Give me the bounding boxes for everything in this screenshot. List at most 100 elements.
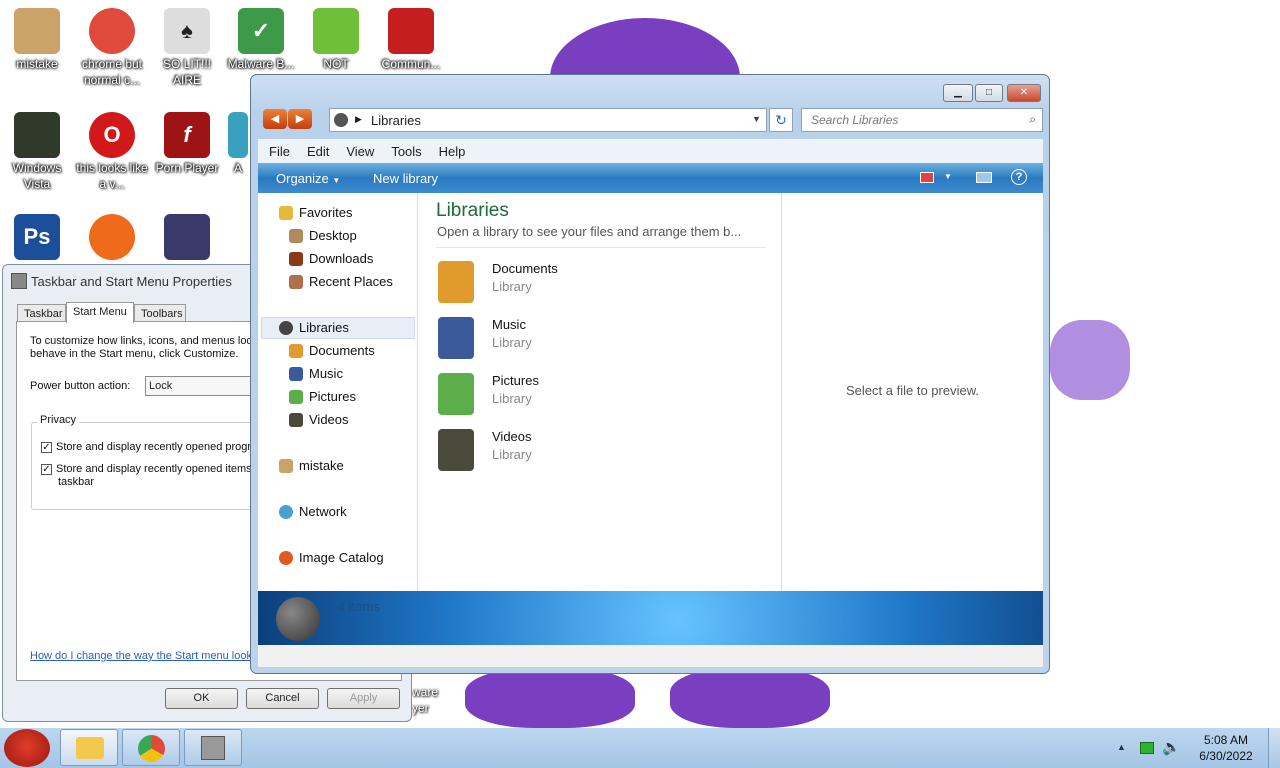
checkbox-continuation: taskbar xyxy=(58,476,95,488)
wallpaper-shape xyxy=(670,668,830,728)
page-subtitle: Open a library to see your files and arr… xyxy=(437,224,742,239)
minimize-button[interactable]: ▁ xyxy=(943,84,973,102)
partial-desktop-label: ware yer xyxy=(412,685,439,715)
nav-pictures[interactable]: Pictures xyxy=(289,387,356,407)
desktop-icon xyxy=(289,229,303,243)
recycle-bin-icon xyxy=(14,112,60,158)
desktop-icon[interactable]: Commun... xyxy=(374,8,448,72)
new-library-button[interactable]: New library xyxy=(373,171,438,186)
power-button-label: Power button action: xyxy=(30,380,131,392)
app-icon xyxy=(228,112,248,158)
tab-toolbars[interactable]: Toolbars xyxy=(134,304,186,322)
documents-icon xyxy=(289,344,303,358)
videos-library-icon xyxy=(438,429,474,471)
preview-text: Select a file to preview. xyxy=(846,383,979,398)
ok-button[interactable]: OK xyxy=(165,688,238,709)
recent-places-icon xyxy=(289,275,303,289)
nav-documents[interactable]: Documents xyxy=(289,341,375,361)
organize-button[interactable]: Organize ▼ xyxy=(276,171,340,186)
menu-file[interactable]: File xyxy=(269,144,290,159)
folder-icon xyxy=(14,8,60,54)
tab-taskbar[interactable]: Taskbar xyxy=(17,304,66,322)
wallpaper-shape xyxy=(1050,320,1130,400)
downloads-icon xyxy=(289,252,303,266)
checkbox-icon: ✓ xyxy=(41,463,52,475)
menu-edit[interactable]: Edit xyxy=(307,144,329,159)
tab-start-menu[interactable]: Start Menu xyxy=(66,302,134,323)
emblem-icon xyxy=(388,8,434,54)
taskbar-icon xyxy=(11,273,27,289)
menu-help[interactable]: Help xyxy=(439,144,466,159)
nav-network[interactable]: Network xyxy=(279,502,347,522)
close-button[interactable]: ✕ xyxy=(1007,84,1041,102)
recent-programs-checkbox[interactable]: ✓ Store and display recently opened progr… xyxy=(41,441,257,454)
apply-button[interactable]: Apply xyxy=(327,688,400,709)
clock-date: 6/30/2022 xyxy=(1199,749,1253,763)
libraries-icon xyxy=(334,113,348,127)
forward-button[interactable]: ▶ xyxy=(288,109,312,129)
clock[interactable]: 5:08 AM 6/30/2022 xyxy=(1186,732,1266,764)
desktop-icon[interactable]: ♠ SO LIT!!! AIRE xyxy=(150,8,224,88)
menu-tools[interactable]: Tools xyxy=(391,144,421,159)
desktop-icon[interactable]: mistake xyxy=(0,8,74,72)
nav-downloads[interactable]: Downloads xyxy=(289,249,373,269)
desktop-icon[interactable]: chrome but normal c... xyxy=(75,8,149,88)
taskbar-properties-button[interactable] xyxy=(184,729,242,766)
start-button[interactable] xyxy=(4,729,50,767)
view-options-icon[interactable] xyxy=(920,172,934,183)
desktop-icon[interactable]: NOT xyxy=(299,8,373,72)
user-folder-icon xyxy=(279,459,293,473)
nav-user[interactable]: mistake xyxy=(279,456,344,476)
image-catalog-icon xyxy=(279,551,293,565)
nav-desktop[interactable]: Desktop xyxy=(289,226,357,246)
desktop-icon[interactable]: Ps xyxy=(0,214,74,262)
music-library-icon xyxy=(438,317,474,359)
desktop-icon[interactable]: Othis looks like a v... xyxy=(75,112,149,192)
nav-image-catalog[interactable]: Image Catalog xyxy=(279,548,384,568)
refresh-button[interactable]: ↻ xyxy=(769,108,793,132)
nav-videos[interactable]: Videos xyxy=(289,410,349,430)
search-input[interactable]: Search Libraries ⌕ xyxy=(801,108,1043,132)
page-title: Libraries xyxy=(436,200,509,221)
desktop-icon[interactable] xyxy=(150,214,224,262)
desktop-icon[interactable]: Windows Vista xyxy=(0,112,74,192)
taskbar-explorer-button[interactable] xyxy=(60,729,118,766)
desktop-icon[interactable] xyxy=(75,214,149,262)
details-pane: 4 items xyxy=(258,591,1043,645)
address-text: Libraries xyxy=(371,113,421,128)
chevron-down-icon[interactable]: ▼ xyxy=(944,172,952,181)
cancel-button[interactable]: Cancel xyxy=(246,688,319,709)
help-icon[interactable]: ? xyxy=(1011,169,1027,185)
maximize-button[interactable]: □ xyxy=(975,84,1003,102)
volume-icon[interactable]: 🔈 xyxy=(1162,738,1181,756)
taskbar-icon xyxy=(201,736,225,760)
address-bar[interactable]: ▶ Libraries ▼ xyxy=(329,108,767,132)
intro-text: To customize how links, icons, and menus… xyxy=(30,335,259,347)
nav-music[interactable]: Music xyxy=(289,364,343,384)
nav-favorites[interactable]: Favorites xyxy=(279,203,352,223)
back-button[interactable]: ◀ xyxy=(263,109,287,129)
desktop-icon[interactable]: ✓ Malware B... xyxy=(224,8,298,72)
recent-items-checkbox[interactable]: ✓ Store and display recently opened items xyxy=(41,463,252,476)
wallpaper-shape xyxy=(465,668,635,728)
show-hidden-icons[interactable]: ▲ xyxy=(1117,742,1126,752)
menu-view[interactable]: View xyxy=(346,144,374,159)
taskbar: ▲ 🔈 5:08 AM 6/30/2022 xyxy=(0,728,1280,768)
checkbox-icon: ✓ xyxy=(41,441,52,453)
photoshop-icon: Ps xyxy=(14,214,60,260)
desktop-icon[interactable]: A xyxy=(226,112,250,176)
chevron-down-icon[interactable]: ▼ xyxy=(752,114,761,124)
network-tray-icon[interactable] xyxy=(1140,742,1154,754)
taskbar-chrome-button[interactable] xyxy=(122,729,180,766)
desktop-icon[interactable]: f Porn Player xyxy=(150,112,224,176)
nav-libraries[interactable]: Libraries xyxy=(279,318,349,338)
status-bar xyxy=(258,645,1043,667)
show-desktop-button[interactable] xyxy=(1268,728,1280,768)
preview-pane-icon[interactable] xyxy=(976,172,992,183)
nav-recent-places[interactable]: Recent Places xyxy=(289,272,393,292)
file-list: Libraries Open a library to see your fil… xyxy=(418,193,782,591)
items-count: 4 items xyxy=(338,599,380,614)
pig-icon xyxy=(313,8,359,54)
help-link[interactable]: How do I change the way the Start menu l… xyxy=(30,650,252,663)
navigation-pane: Favorites Desktop Downloads Recent Place… xyxy=(258,193,418,591)
